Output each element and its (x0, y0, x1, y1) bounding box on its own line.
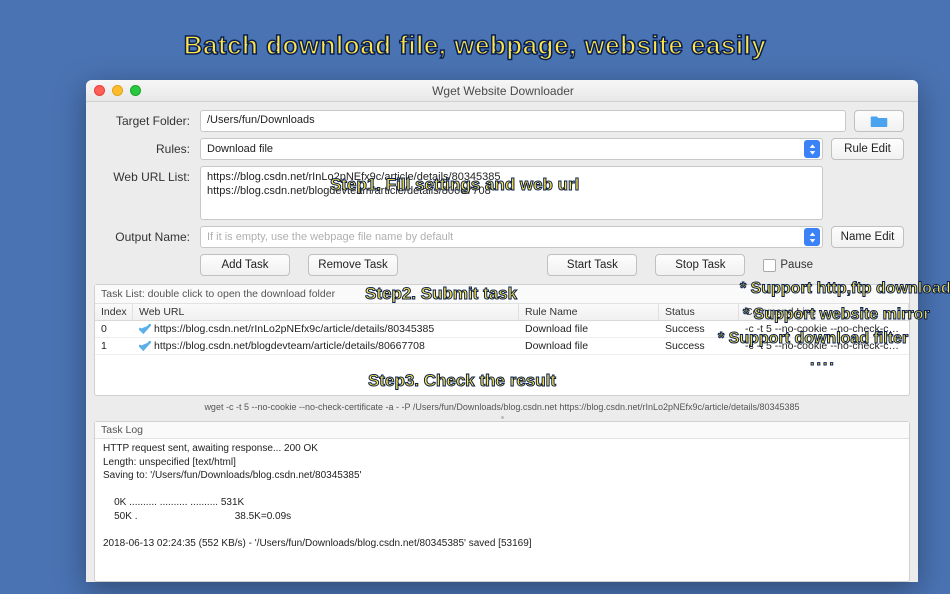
cell-rule: Download file (519, 338, 659, 354)
col-url[interactable]: Web URL (133, 304, 519, 320)
cell-url: https://blog.csdn.net/rInLo2pNEfx9c/arti… (133, 321, 519, 337)
col-rule[interactable]: Rule Name (519, 304, 659, 320)
col-index[interactable]: Index (95, 304, 133, 320)
rules-label: Rules: (100, 138, 190, 156)
remove-task-button[interactable]: Remove Task (308, 254, 398, 276)
rules-select-value: Download file (207, 143, 273, 155)
output-name-placeholder: If it is empty, use the webpage file nam… (207, 231, 453, 243)
web-url-list-input[interactable] (200, 166, 823, 220)
table-row[interactable]: 0 https://blog.csdn.net/rInLo2pNEfx9c/ar… (95, 321, 909, 338)
folder-icon (870, 114, 888, 128)
task-list-section: Task List: double click to open the down… (94, 284, 910, 396)
target-folder-input[interactable]: /Users/fun/Downloads (200, 110, 846, 132)
wget-command-line: wget -c -t 5 --no-cookie --no-check-cert… (86, 396, 918, 415)
table-row[interactable]: 1 https://blog.csdn.net/blogdevteam/arti… (95, 338, 909, 355)
cell-status: Success (659, 338, 739, 354)
rules-select[interactable]: Download file (200, 138, 823, 160)
pause-checkbox-wrap[interactable]: Pause (763, 259, 813, 272)
stop-task-button[interactable]: Stop Task (655, 254, 745, 276)
task-log-caption: Task Log (95, 422, 909, 439)
start-task-button[interactable]: Start Task (547, 254, 637, 276)
cell-index: 1 (95, 338, 133, 354)
titlebar: Wget Website Downloader (86, 80, 918, 102)
cell-rule: Download file (519, 321, 659, 337)
name-edit-button[interactable]: Name Edit (831, 226, 904, 248)
split-grip[interactable] (86, 415, 918, 419)
output-name-select[interactable]: If it is empty, use the webpage file nam… (200, 226, 823, 248)
col-status[interactable]: Status (659, 304, 739, 320)
web-url-list-label: Web URL List: (100, 166, 190, 184)
output-name-label: Output Name: (100, 226, 190, 244)
cell-cmd: -c -t 5 --no-cookie --no-check-ce... (739, 321, 909, 337)
chevron-updown-icon (804, 140, 820, 158)
form-area: Target Folder: /Users/fun/Downloads Rule… (86, 102, 918, 278)
pause-checkbox[interactable] (763, 259, 776, 272)
app-window: Wget Website Downloader Target Folder: /… (86, 80, 918, 582)
task-log-body[interactable]: HTTP request sent, awaiting response... … (95, 439, 909, 581)
add-task-button[interactable]: Add Task (200, 254, 290, 276)
success-check-icon (139, 324, 151, 334)
success-check-icon (139, 341, 151, 351)
table-header: Index Web URL Rule Name Status Command L… (95, 304, 909, 321)
window-title: Wget Website Downloader (96, 84, 910, 98)
pause-label: Pause (780, 259, 813, 271)
cell-url: https://blog.csdn.net/blogdevteam/articl… (133, 338, 519, 354)
cell-cmd: -c -t 5 --no-cookie --no-check-ce... (739, 338, 909, 354)
browse-folder-button[interactable] (854, 110, 904, 132)
promo-title: Batch download file, webpage, website ea… (0, 0, 950, 61)
cell-status: Success (659, 321, 739, 337)
rule-edit-button[interactable]: Rule Edit (831, 138, 904, 160)
col-cmd[interactable]: Command Line (739, 304, 909, 320)
task-list-caption: Task List: double click to open the down… (95, 285, 909, 304)
table-body: 0 https://blog.csdn.net/rInLo2pNEfx9c/ar… (95, 321, 909, 395)
target-folder-label: Target Folder: (100, 110, 190, 128)
chevron-updown-icon (804, 228, 820, 246)
task-log-section: Task Log HTTP request sent, awaiting res… (94, 421, 910, 582)
cell-index: 0 (95, 321, 133, 337)
